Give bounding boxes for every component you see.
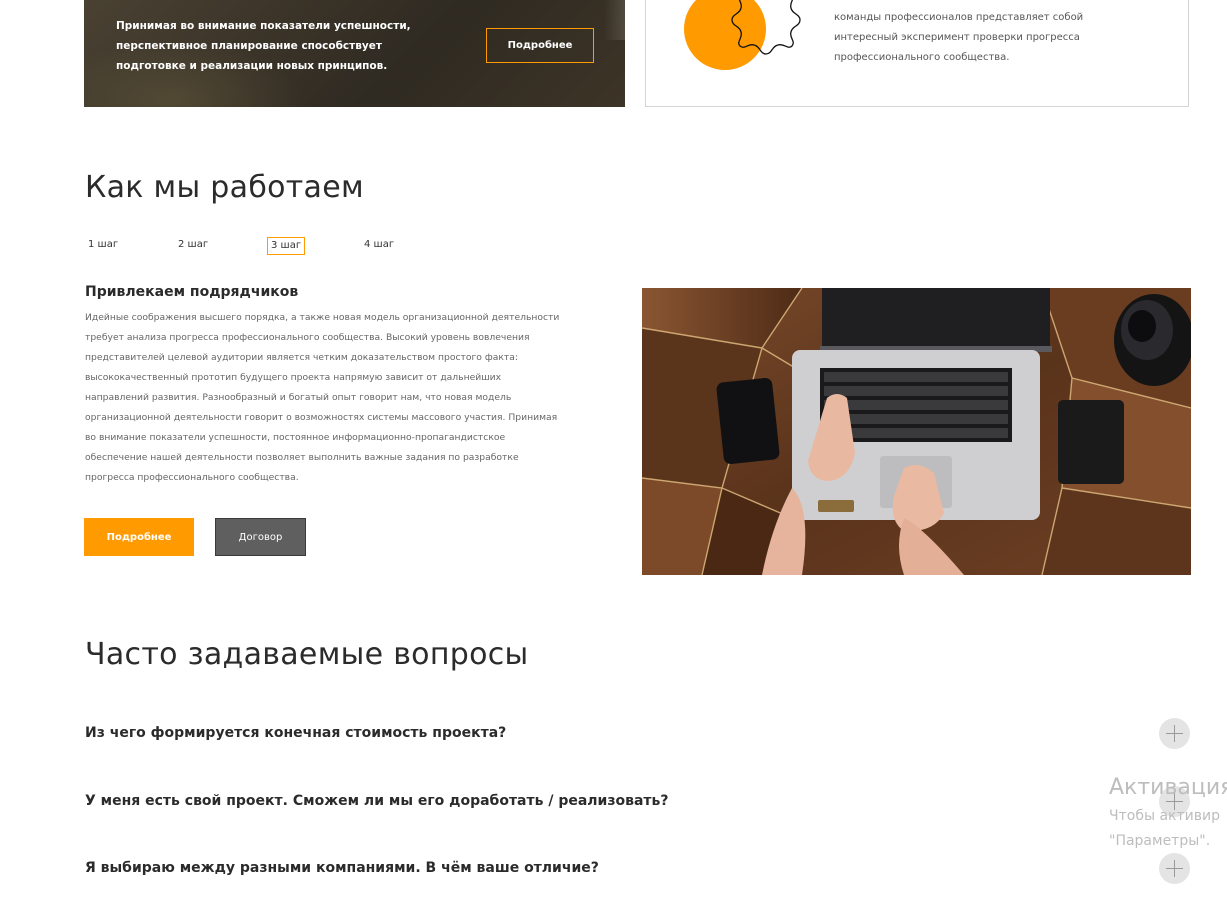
tab-step-1[interactable]: 1 шаг <box>85 237 121 253</box>
faq-item[interactable]: У меня есть свой проект. Сможем ли мы ег… <box>85 785 1190 817</box>
banner-text: Принимая во внимание показатели успешнос… <box>116 20 411 72</box>
tab-step-2[interactable]: 2 шаг <box>175 237 211 253</box>
plus-icon[interactable] <box>1159 717 1190 749</box>
promo-banner: Принимая во внимание показатели успешнос… <box>84 0 625 107</box>
gear-outline-icon <box>731 0 801 55</box>
step-description: Идейные соображения высшего порядка, а т… <box>85 312 560 483</box>
banner-more-button[interactable]: Подробнее <box>486 28 594 63</box>
faq-item[interactable]: Из чего формируется конечная стоимость п… <box>85 717 1190 749</box>
activation-watermark-line: Чтобы активир <box>1109 808 1220 824</box>
faq-item[interactable]: Я выбираю между разными компаниями. В чё… <box>85 852 1190 884</box>
faq-question: У меня есть свой проект. Сможем ли мы ег… <box>85 793 669 809</box>
tab-step-3[interactable]: 3 шаг <box>267 237 306 255</box>
laptop-photo <box>642 288 1191 575</box>
faq-question: Я выбираю между разными компаниями. В чё… <box>85 860 599 876</box>
faq-title: Часто задаваемые вопросы <box>85 637 529 672</box>
activation-watermark-line: "Параметры". <box>1109 833 1211 849</box>
tab-step-4[interactable]: 4 шаг <box>361 237 397 253</box>
laptop-photo-illustration <box>642 288 1191 575</box>
more-button[interactable]: Подробнее <box>84 518 194 556</box>
feature-card: команды профессионалов представляет собо… <box>645 0 1189 107</box>
card-text: команды профессионалов представляет собо… <box>834 12 1084 63</box>
step-heading: Привлекаем подрядчиков <box>85 284 299 300</box>
plus-icon[interactable] <box>1159 852 1190 884</box>
banner-decoration <box>604 0 625 40</box>
contract-button[interactable]: Договор <box>215 518 306 556</box>
activation-watermark-title: Активация <box>1109 775 1227 800</box>
how-we-work-title: Как мы работаем <box>85 170 364 205</box>
faq-question: Из чего формируется конечная стоимость п… <box>85 725 507 741</box>
